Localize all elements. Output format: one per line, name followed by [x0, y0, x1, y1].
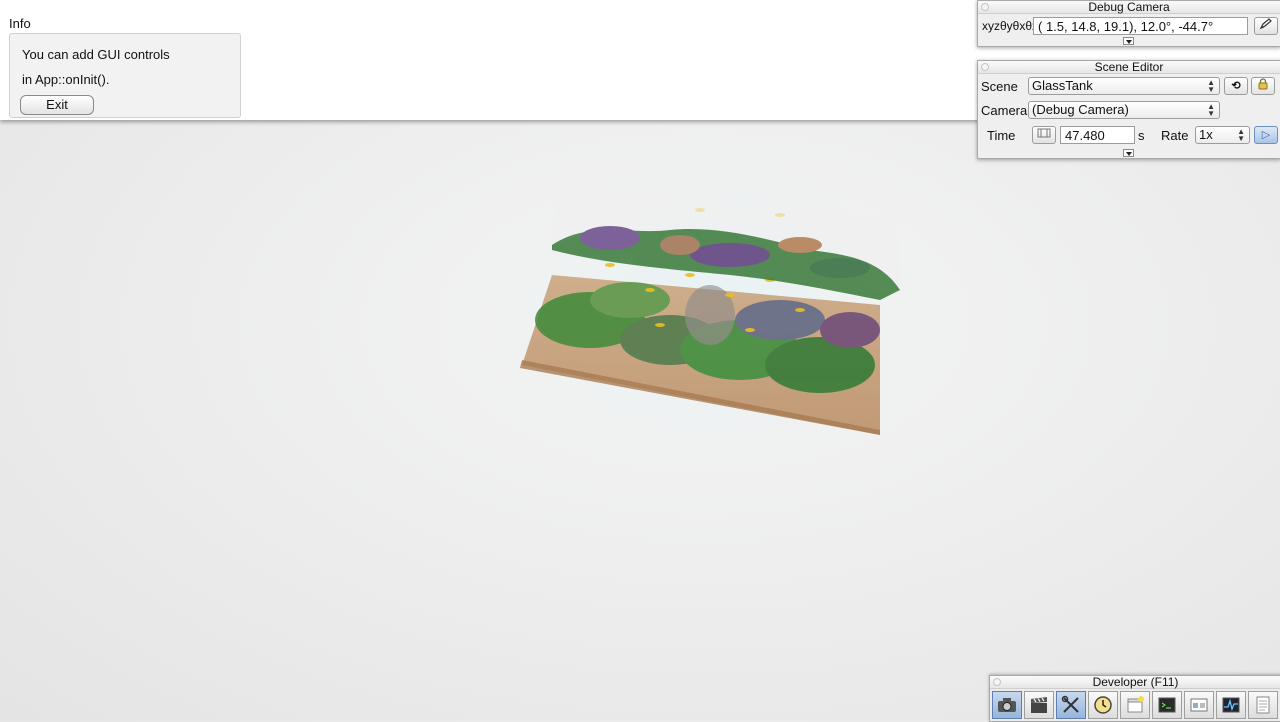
exit-button[interactable]: Exit	[20, 95, 94, 115]
scene-editor-title[interactable]: Scene Editor	[978, 61, 1280, 74]
scene-graph-icon	[1190, 698, 1208, 712]
rate-select[interactable]: 1x ▲ ▼	[1195, 126, 1250, 144]
xyz-label: xyzθyθxθz	[982, 19, 1039, 33]
time-label: Time	[987, 128, 1016, 143]
camera-label: Camera	[981, 103, 1028, 118]
select-arrows-icon: ▲ ▼	[1237, 127, 1245, 143]
debug-camera-window: Debug Camera xyzθyθxθz ( 1.5, 14.8, 19.1…	[977, 0, 1280, 47]
profiler-button[interactable]	[1216, 691, 1246, 719]
info-title: Info	[9, 16, 31, 31]
copy-coordinates-button[interactable]	[1254, 17, 1278, 35]
reload-scene-button[interactable]: ⟲	[1224, 77, 1248, 95]
log-button[interactable]	[1248, 691, 1278, 719]
camera-icon	[998, 698, 1016, 712]
time-field[interactable]: 47.480	[1060, 126, 1135, 144]
glass-tank-scene	[480, 150, 940, 470]
close-icon[interactable]	[981, 3, 989, 11]
lock-button[interactable]	[1251, 77, 1275, 95]
scene-editor-expand-toggle[interactable]	[1123, 149, 1134, 157]
scene-graph-button[interactable]	[1184, 691, 1214, 719]
new-window-icon	[1127, 696, 1144, 713]
time-unit: s	[1138, 128, 1145, 143]
tools-icon	[1061, 695, 1079, 713]
debug-camera-expand-toggle[interactable]	[1123, 37, 1134, 45]
scene-select[interactable]: GlassTank ▲ ▼	[1028, 77, 1220, 95]
new-window-button[interactable]	[1120, 691, 1150, 719]
select-arrows-icon: ▲ ▼	[1207, 78, 1215, 94]
developer-title[interactable]: Developer (F11)	[990, 676, 1280, 689]
clapperboard-icon	[1031, 697, 1047, 713]
terminal-icon	[1158, 697, 1176, 713]
play-button[interactable]: ▷	[1254, 126, 1278, 144]
tools-button[interactable]	[1056, 691, 1086, 719]
select-arrows-icon: ▲ ▼	[1207, 102, 1215, 118]
info-text-line2: in App::onInit().	[22, 72, 110, 87]
video-record-button[interactable]	[1024, 691, 1054, 719]
reset-time-button[interactable]	[1032, 126, 1056, 144]
info-text-line1: You can add GUI controls	[22, 47, 170, 62]
lock-icon	[1258, 78, 1268, 90]
clock-button[interactable]	[1088, 691, 1118, 719]
clock-icon	[1094, 696, 1112, 714]
debug-camera-title[interactable]: Debug Camera	[978, 1, 1280, 14]
pencil-icon	[1259, 18, 1272, 30]
camera-button[interactable]	[992, 691, 1022, 719]
developer-dock: Developer (F11)	[989, 675, 1280, 722]
info-pane: You can add GUI controls in App::onInit(…	[9, 33, 241, 118]
scene-editor-window: Scene Editor Scene GlassTank ▲ ▼ ⟲ Camera…	[977, 60, 1280, 159]
scene-label: Scene	[981, 79, 1018, 94]
terminal-button[interactable]	[1152, 691, 1182, 719]
play-icon: ▷	[1261, 129, 1271, 141]
close-icon[interactable]	[993, 678, 1001, 686]
film-icon	[1037, 128, 1051, 138]
reload-icon: ⟲	[1231, 80, 1241, 92]
rate-label: Rate	[1161, 128, 1189, 143]
camera-coordinates-field[interactable]: ( 1.5, 14.8, 19.1), 12.0°, -44.7°	[1033, 17, 1248, 35]
log-icon	[1256, 696, 1270, 714]
close-icon[interactable]	[981, 63, 989, 71]
camera-select[interactable]: (Debug Camera) ▲ ▼	[1028, 101, 1220, 119]
profiler-icon	[1222, 697, 1240, 713]
